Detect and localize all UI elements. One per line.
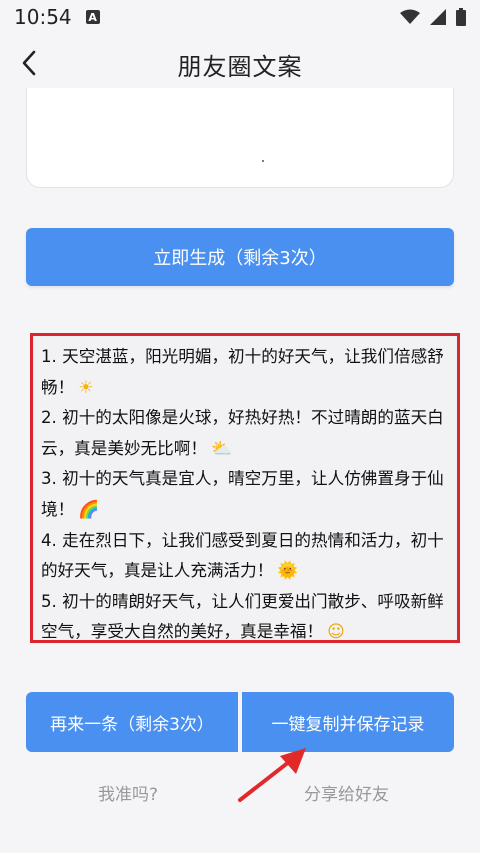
rainbow-icon: 🌈 (78, 499, 100, 520)
signal-icon (430, 9, 446, 25)
annotation-arrow-icon (238, 748, 306, 802)
chevron-left-icon (22, 50, 36, 76)
result-item: 5. 初十的晴朗好天气，让人们更爱出门散步、呼吸新鲜空气，享受大自然的美好，真是… (41, 587, 447, 648)
generate-button[interactable]: 立即生成（剩余3次） (26, 228, 454, 286)
status-time: 10:54 (14, 5, 72, 29)
result-box: 1. 天空湛蓝，阳光明媚，初十的好天气，让我们倍感舒畅！ ☀ 2. 初十的太阳像是… (30, 333, 460, 643)
smiling-face-icon: ☺ (327, 622, 345, 643)
notification-icon: A (85, 10, 100, 24)
sun-icon: ☀ (78, 377, 94, 398)
result-item: 1. 天空湛蓝，阳光明媚，初十的好天气，让我们倍感舒畅！ ☀ (41, 342, 447, 403)
result-item: 4. 走在烈日下，让我们感受到夏日的热情和活力，初十的好天气，真是让人充满活力！… (41, 526, 447, 587)
keyword-input-area[interactable] (26, 88, 454, 188)
sun-with-face-icon: 🌞 (277, 561, 299, 582)
result-item: 3. 初十的天气真是宜人，晴空万里，让人仿佛置身于仙境！ 🌈 (41, 464, 447, 525)
share-link[interactable]: 分享给好友 (304, 780, 389, 805)
text-cursor (262, 160, 264, 162)
battery-icon (456, 8, 466, 26)
sun-behind-cloud-icon: ⛅ (210, 438, 233, 459)
result-item: 2. 初十的太阳像是火球，好热好热！不过晴朗的蓝天白云，真是美妙无比啊！ ⛅ (41, 403, 447, 464)
again-button[interactable]: 再来一条（剩余3次） (26, 692, 238, 752)
back-button[interactable] (14, 48, 44, 78)
accuracy-link[interactable]: 我准吗? (98, 780, 158, 805)
wifi-icon (400, 9, 420, 24)
app-bar: 朋友圈文案 (0, 34, 480, 94)
page-title: 朋友圈文案 (177, 52, 303, 81)
status-bar: 10:54 A (0, 0, 480, 34)
